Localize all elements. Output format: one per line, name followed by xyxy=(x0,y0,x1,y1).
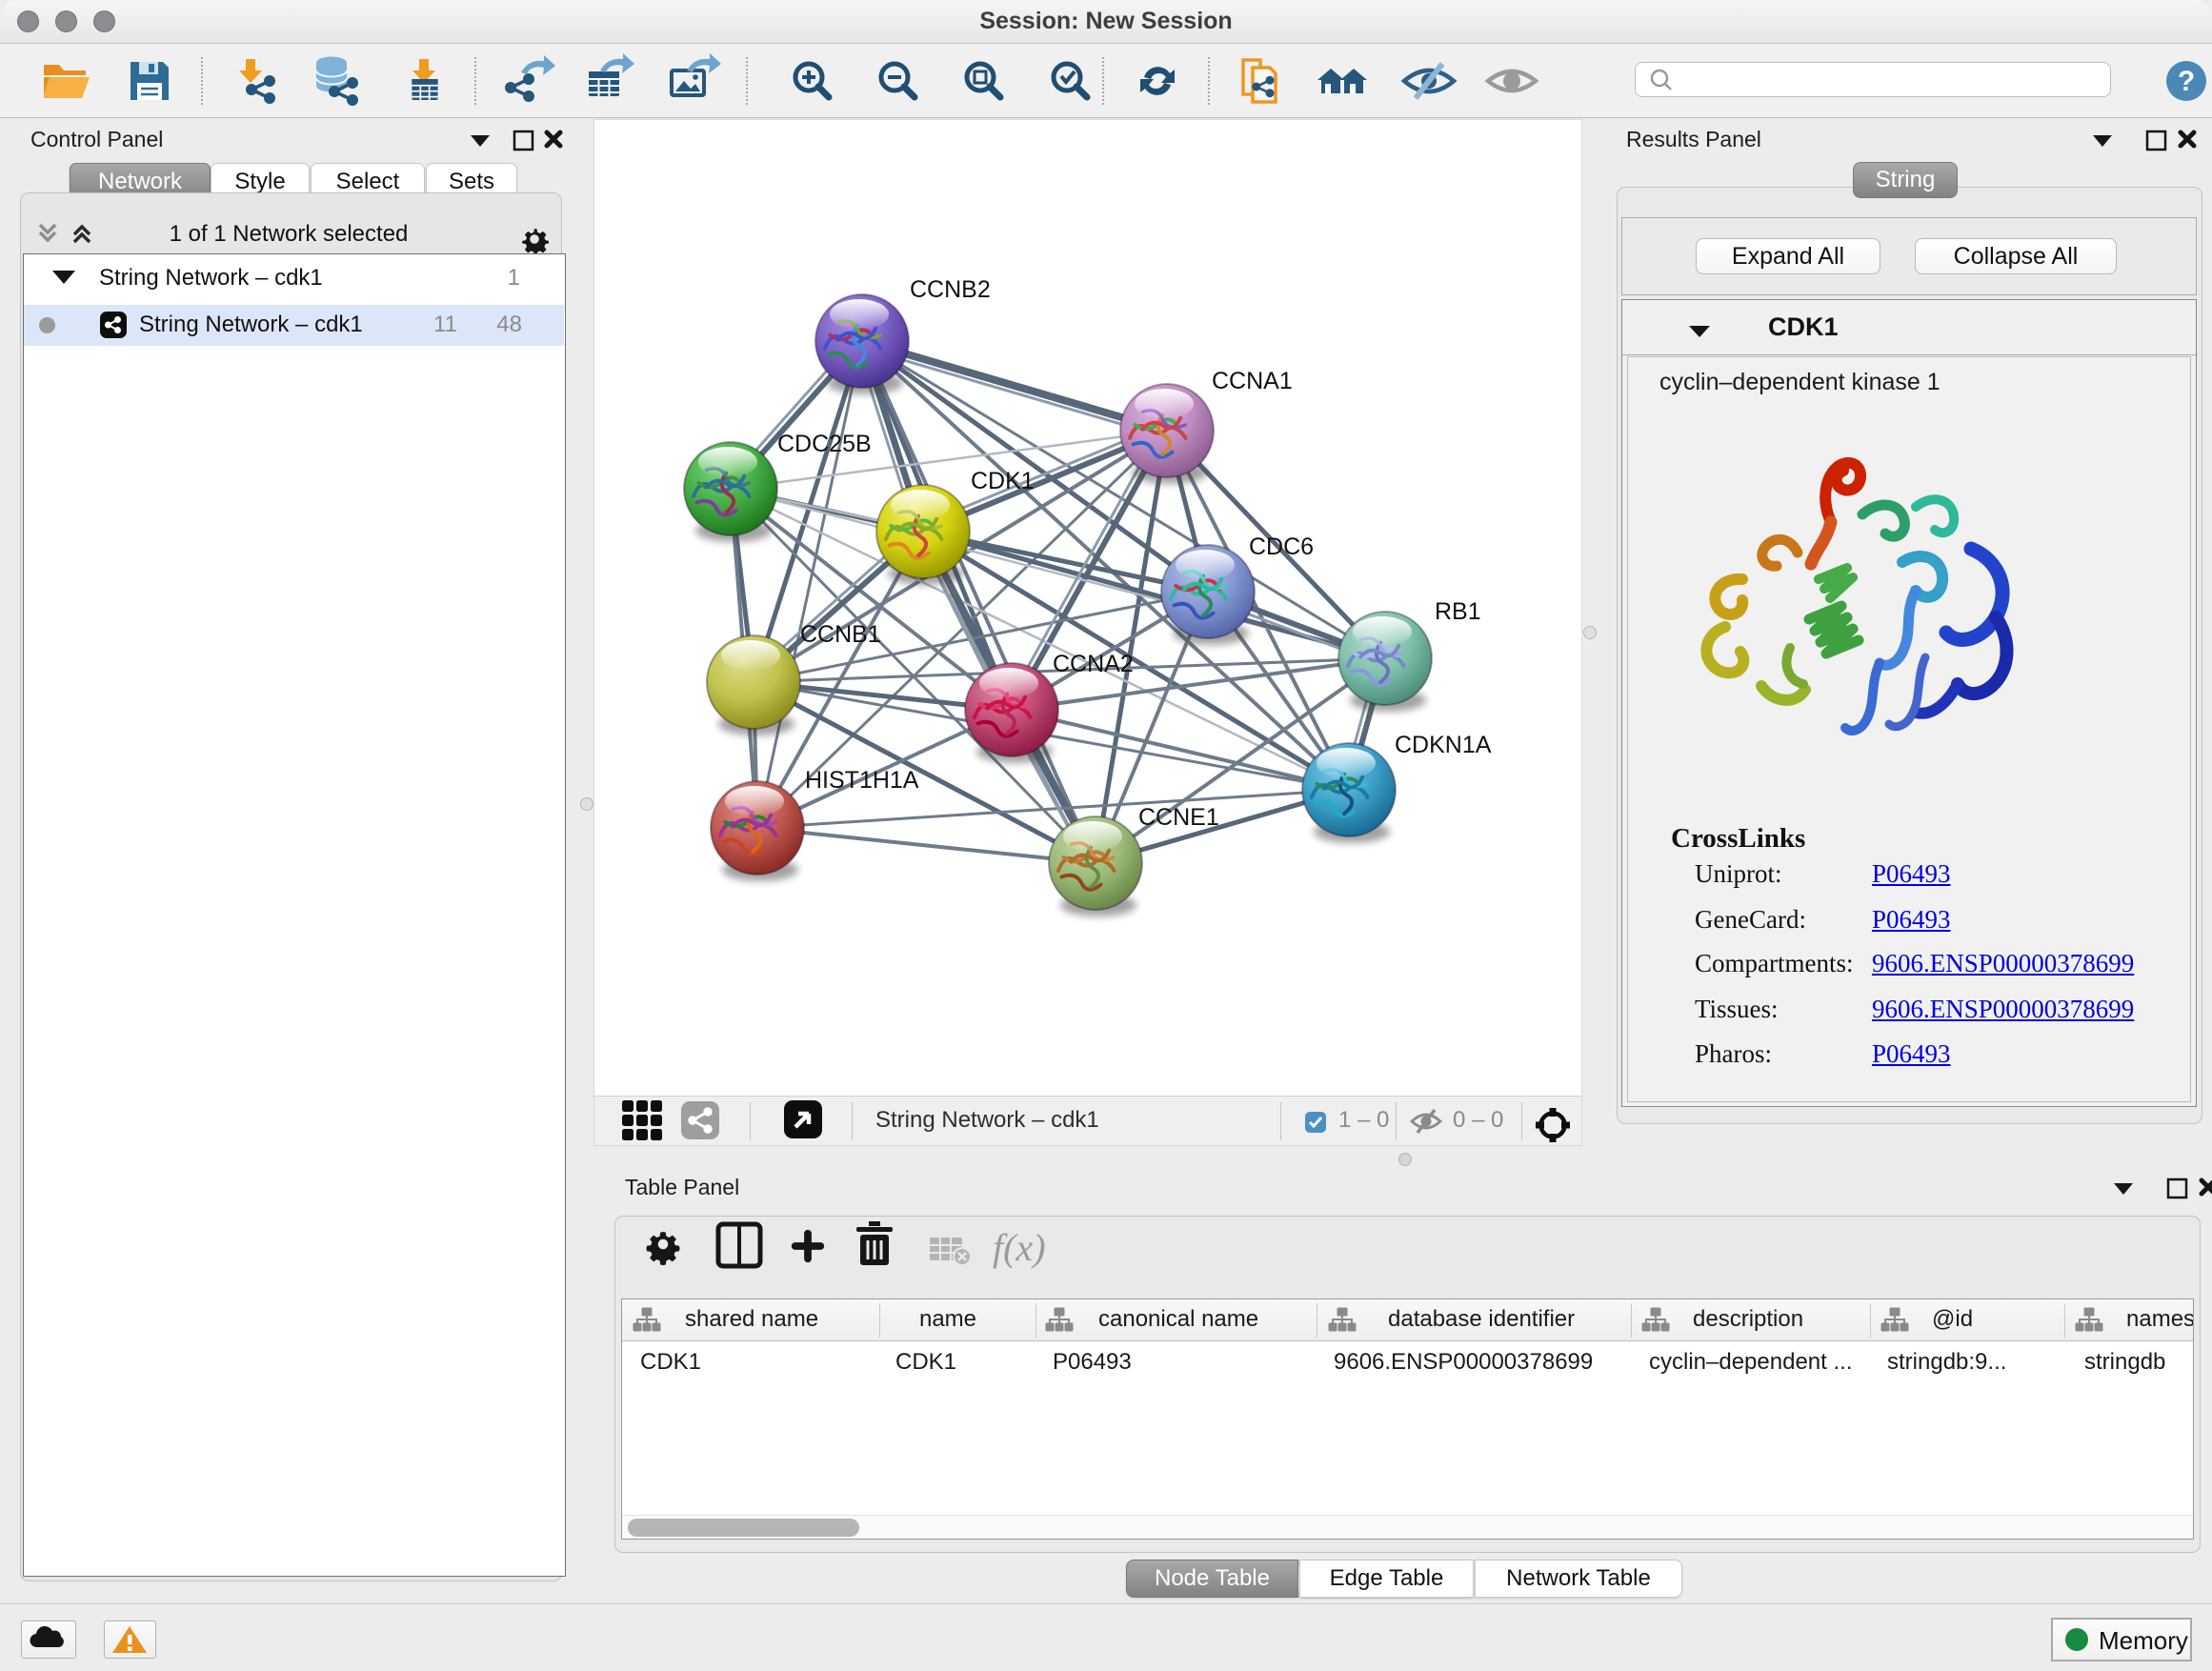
svg-text:HIST1H1A: HIST1H1A xyxy=(805,767,919,794)
svg-text:CCNA1: CCNA1 xyxy=(1212,368,1293,394)
svg-text:RB1: RB1 xyxy=(1435,598,1481,625)
svg-text:CDC6: CDC6 xyxy=(1249,534,1314,560)
svg-text:CCNE1: CCNE1 xyxy=(1138,804,1219,831)
svg-text:CDKN1A: CDKN1A xyxy=(1395,732,1492,758)
svg-text:CDK1: CDK1 xyxy=(971,468,1035,494)
svg-text:?: ? xyxy=(2178,66,2195,97)
svg-text:CDC25B: CDC25B xyxy=(777,431,872,457)
svg-text:f(x): f(x) xyxy=(993,1226,1046,1269)
svg-text:CCNB2: CCNB2 xyxy=(910,276,991,303)
svg-text:CCNA2: CCNA2 xyxy=(1053,651,1134,677)
svg-text:CCNB1: CCNB1 xyxy=(800,621,881,648)
